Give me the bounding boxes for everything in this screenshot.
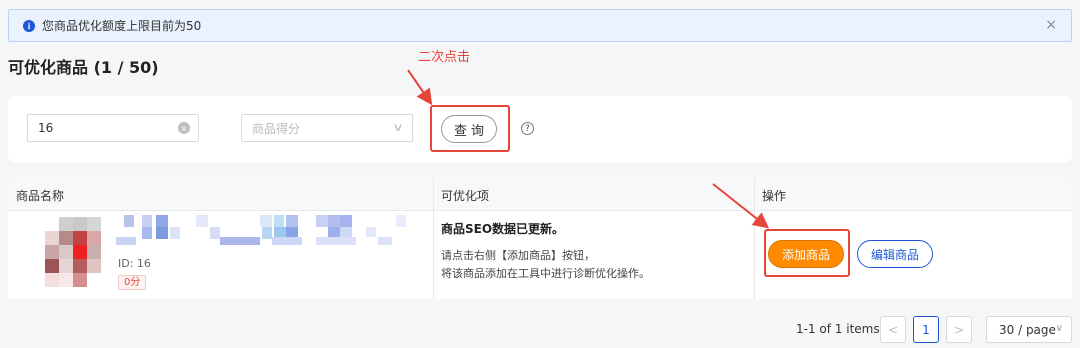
arrow-to-add	[712, 183, 770, 229]
annotation-arrows	[407, 69, 770, 229]
arrow-to-query	[407, 69, 433, 106]
